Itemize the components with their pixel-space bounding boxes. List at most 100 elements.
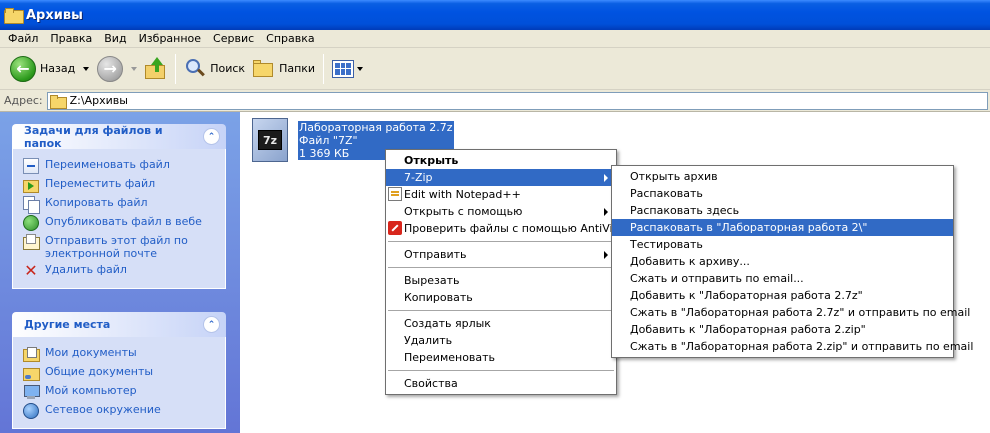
search-button[interactable]: Поиск bbox=[180, 52, 249, 86]
menu-item-rename[interactable]: Переименовать bbox=[386, 349, 616, 366]
my-documents-icon bbox=[23, 346, 40, 362]
views-button[interactable] bbox=[328, 52, 367, 86]
folders-label: Папки bbox=[279, 62, 316, 75]
submenu-arrow-icon bbox=[604, 174, 608, 182]
back-button[interactable]: ← Назад bbox=[6, 52, 93, 86]
toolbar: ← Назад → Поиск Папки bbox=[0, 48, 990, 90]
shared-documents-icon bbox=[23, 365, 40, 381]
copy-icon bbox=[23, 196, 40, 214]
other-places-panel: Другие места ⌃ Мои документы Общие докум… bbox=[12, 312, 226, 429]
up-button[interactable] bbox=[141, 52, 171, 86]
address-label: Адрес: bbox=[4, 94, 43, 107]
folders-icon bbox=[253, 59, 275, 79]
file-tasks-panel: Задачи для файлов и папок ⌃ Переименоват… bbox=[12, 124, 226, 289]
submenu-extract-to-folder[interactable]: Распаковать в "Лабораторная работа 2\" bbox=[612, 219, 953, 236]
back-label: Назад bbox=[40, 62, 76, 75]
task-label: Опубликовать файл в вебе bbox=[45, 215, 202, 228]
submenu-open-archive[interactable]: Открыть архив bbox=[612, 168, 953, 185]
other-places-title: Другие места bbox=[24, 318, 111, 331]
delete-icon: ✕ bbox=[24, 261, 38, 280]
folders-button[interactable]: Папки bbox=[249, 52, 319, 86]
menu-item-antivir[interactable]: Проверить файлы с помощью AntiVir bbox=[386, 220, 618, 237]
menu-item-open[interactable]: Открыть bbox=[386, 152, 616, 169]
task-label: Переместить файл bbox=[45, 177, 156, 190]
submenu-compress-zip-email[interactable]: Сжать в "Лабораторная работа 2.zip" и от… bbox=[612, 338, 973, 355]
place-network[interactable]: Сетевое окружение bbox=[23, 403, 217, 419]
submenu-compress-email[interactable]: Сжать и отправить по email... bbox=[612, 270, 953, 287]
menu-item-label: Отправить bbox=[404, 248, 467, 261]
menu-view[interactable]: Вид bbox=[98, 32, 132, 45]
search-icon bbox=[184, 58, 206, 80]
notepad-icon bbox=[388, 187, 402, 201]
menu-item-7zip[interactable]: 7-Zip bbox=[386, 169, 616, 186]
views-dropdown-icon[interactable] bbox=[357, 66, 364, 71]
task-pane: Задачи для файлов и папок ⌃ Переименоват… bbox=[0, 112, 240, 433]
menu-separator bbox=[388, 241, 614, 242]
task-email-file[interactable]: Отправить этот файл по электронной почте bbox=[23, 234, 217, 260]
task-move-file[interactable]: Переместить файл bbox=[23, 177, 217, 193]
back-arrow-icon: ← bbox=[10, 55, 36, 82]
submenu-add-zip[interactable]: Добавить к "Лабораторная работа 2.zip" bbox=[612, 321, 953, 338]
file-name: Лабораторная работа 2.7z bbox=[299, 121, 453, 134]
task-delete-file[interactable]: ✕ Удалить файл bbox=[23, 263, 217, 279]
address-bar: Адрес: Z:\Архивы bbox=[0, 90, 990, 112]
menu-help[interactable]: Справка bbox=[260, 32, 320, 45]
menu-item-delete[interactable]: Удалить bbox=[386, 332, 616, 349]
toolbar-separator bbox=[323, 53, 325, 84]
submenu-test[interactable]: Тестировать bbox=[612, 236, 953, 253]
forward-button[interactable]: → bbox=[93, 52, 141, 86]
forward-arrow-icon: → bbox=[97, 55, 124, 82]
collapse-icon[interactable]: ⌃ bbox=[203, 316, 220, 333]
other-places-body: Мои документы Общие документы Мой компью… bbox=[12, 337, 226, 429]
menu-file[interactable]: Файл bbox=[2, 32, 44, 45]
menu-separator bbox=[388, 267, 614, 268]
menu-tools[interactable]: Сервис bbox=[207, 32, 260, 45]
antivir-icon bbox=[388, 221, 402, 235]
submenu-compress-7z-email[interactable]: Сжать в "Лабораторная работа 2.7z" и отп… bbox=[612, 304, 970, 321]
other-places-header[interactable]: Другие места ⌃ bbox=[12, 312, 226, 337]
address-value: Z:\Архивы bbox=[69, 94, 128, 107]
place-my-computer[interactable]: Мой компьютер bbox=[23, 384, 217, 400]
menu-item-send-to[interactable]: Отправить bbox=[386, 246, 616, 263]
place-shared-documents[interactable]: Общие документы bbox=[23, 365, 217, 381]
place-my-documents[interactable]: Мои документы bbox=[23, 346, 217, 362]
rename-icon bbox=[23, 158, 39, 174]
submenu-extract[interactable]: Распаковать bbox=[612, 185, 953, 202]
menu-favorites[interactable]: Избранное bbox=[133, 32, 207, 45]
submenu-arrow-icon bbox=[604, 208, 608, 216]
web-publish-icon bbox=[23, 215, 39, 231]
menu-item-create-shortcut[interactable]: Создать ярлык bbox=[386, 315, 616, 332]
title-bar[interactable]: Архивы bbox=[0, 0, 990, 30]
menu-item-label: Проверить файлы с помощью AntiVir bbox=[404, 222, 618, 235]
menu-separator bbox=[388, 370, 614, 371]
email-icon bbox=[23, 234, 40, 250]
task-rename-file[interactable]: Переименовать файл bbox=[23, 158, 217, 174]
submenu-extract-here[interactable]: Распаковать здесь bbox=[612, 202, 953, 219]
task-label: Удалить файл bbox=[45, 263, 127, 276]
collapse-icon[interactable]: ⌃ bbox=[203, 128, 220, 145]
address-input[interactable]: Z:\Архивы bbox=[46, 91, 988, 110]
menu-item-properties[interactable]: Свойства bbox=[386, 375, 616, 392]
archive-file-icon[interactable]: 7z bbox=[252, 118, 288, 162]
menu-bar: Файл Правка Вид Избранное Сервис Справка bbox=[0, 30, 990, 48]
menu-item-open-with[interactable]: Открыть с помощью bbox=[386, 203, 616, 220]
menu-item-copy[interactable]: Копировать bbox=[386, 289, 616, 306]
place-label: Мой компьютер bbox=[45, 384, 137, 397]
place-label: Мои документы bbox=[45, 346, 137, 359]
menu-edit[interactable]: Правка bbox=[44, 32, 98, 45]
submenu-add-7z[interactable]: Добавить к "Лабораторная работа 2.7z" bbox=[612, 287, 953, 304]
my-computer-icon bbox=[23, 384, 40, 400]
forward-dropdown-icon[interactable] bbox=[131, 66, 138, 71]
back-dropdown-icon[interactable] bbox=[83, 66, 90, 71]
task-copy-file[interactable]: Копировать файл bbox=[23, 196, 217, 214]
menu-item-notepad[interactable]: Edit with Notepad++ bbox=[386, 186, 616, 203]
file-type: Файл "7Z" bbox=[299, 134, 358, 147]
submenu-add-to-archive[interactable]: Добавить к архиву... bbox=[612, 253, 953, 270]
menu-item-cut[interactable]: Вырезать bbox=[386, 272, 616, 289]
task-publish-web[interactable]: Опубликовать файл в вебе bbox=[23, 215, 217, 231]
7z-badge: 7z bbox=[258, 130, 282, 150]
folder-icon bbox=[4, 8, 24, 24]
place-label: Общие документы bbox=[45, 365, 154, 378]
file-tasks-header[interactable]: Задачи для файлов и папок ⌃ bbox=[12, 124, 226, 150]
views-icon bbox=[332, 59, 355, 78]
